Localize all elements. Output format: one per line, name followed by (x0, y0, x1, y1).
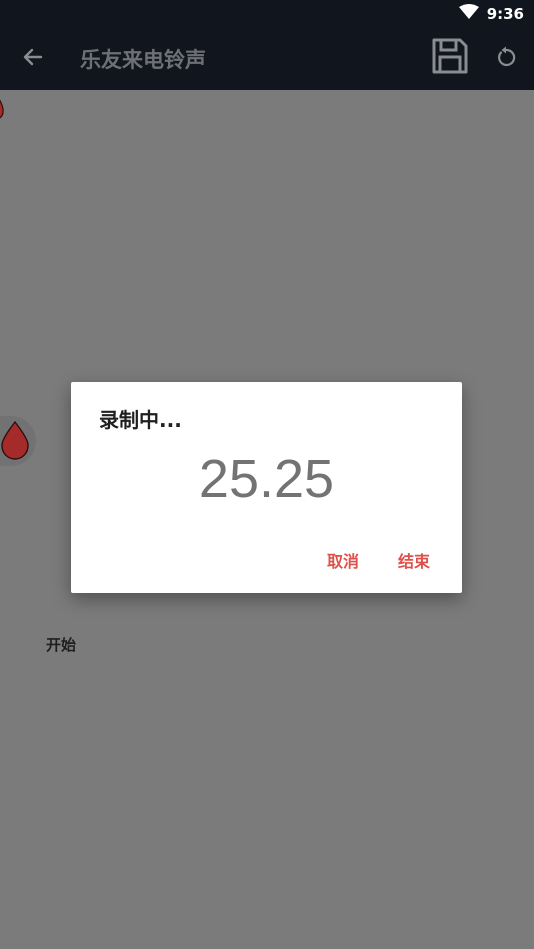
finish-button[interactable]: 结束 (392, 544, 436, 576)
dialog-title: 录制中... (99, 408, 182, 432)
start-label: 开始 (46, 636, 77, 654)
save-button[interactable] (428, 38, 472, 78)
recording-timer: 25.25 (198, 449, 335, 509)
status-time: 9:36 (486, 5, 524, 23)
wifi-icon (458, 4, 479, 24)
drop-icon (0, 418, 32, 466)
recording-dialog: 录制中... 25.25 取消 结束 (71, 382, 462, 593)
status-right: 9:36 (458, 4, 524, 24)
drop-handle[interactable] (0, 416, 36, 466)
save-icon (431, 37, 469, 79)
app-bar: 乐友来电铃声 (0, 28, 534, 90)
cancel-button[interactable]: 取消 (321, 544, 365, 576)
back-button[interactable] (12, 42, 52, 76)
reset-button[interactable] (488, 42, 524, 76)
back-arrow-icon (21, 46, 43, 72)
page-title: 乐友来电铃声 (80, 48, 206, 72)
drop-icon (0, 92, 6, 126)
reset-icon (495, 46, 517, 72)
status-bar: 9:36 (0, 0, 534, 28)
